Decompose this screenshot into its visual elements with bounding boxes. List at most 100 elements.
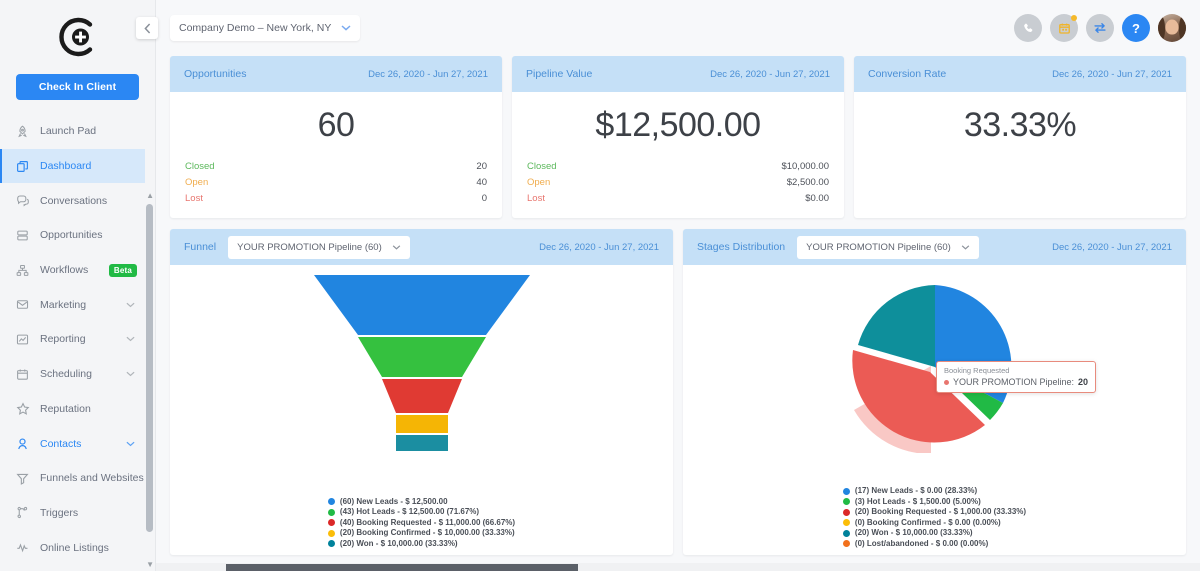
breakdown-row-lost: Lost $0.00 xyxy=(526,191,830,207)
sidebar: Check In Client ▲ Launch Pad Dashboard C… xyxy=(0,0,156,571)
funnel-segment-booking-requested[interactable] xyxy=(381,379,462,413)
sidebar-item-label: Launch Pad xyxy=(40,125,97,138)
breakdown-row-closed: Closed $10,000.00 xyxy=(526,159,830,175)
card-body: 60 Closed 20 Open 40 Lost 0 xyxy=(170,92,502,218)
calendar-icon[interactable] xyxy=(1050,14,1078,42)
legend-item: (0) Booking Confirmed - $ 0.00 (0.00%) xyxy=(842,518,1026,529)
avatar-face xyxy=(1165,19,1179,35)
conversion-rate-value: 33.33% xyxy=(963,106,1077,144)
phone-icon[interactable] xyxy=(1014,14,1042,42)
sidebar-item-funnels-and-websites[interactable]: Funnels and Websites xyxy=(0,461,145,496)
pie-slice-won[interactable] xyxy=(857,285,935,367)
caret-down-icon[interactable]: ▼ xyxy=(146,561,154,569)
pipeline-value: $12,500.00 xyxy=(595,106,761,144)
horizontal-scrollbar-thumb[interactable] xyxy=(226,564,578,571)
sidebar-item-contacts[interactable]: Contacts xyxy=(0,426,145,461)
breakdown-row-open: Open 40 xyxy=(184,175,488,191)
legend-dot-lost-abandoned xyxy=(842,540,850,548)
breakdown-row-lost: Lost 0 xyxy=(184,191,488,207)
funnel-icon xyxy=(14,471,31,485)
legend-label: (60) New Leads - $ 12,500.00 xyxy=(339,496,448,506)
check-in-client-button[interactable]: Check In Client xyxy=(16,74,139,100)
card-body: $12,500.00 Closed $10,000.00 Open $2,500… xyxy=(512,92,844,218)
legend-dot-hot-leads xyxy=(842,498,850,506)
stages-legend: (17) New Leads - $ 0.00 (28.33%) (3) Hot… xyxy=(842,486,1026,549)
sidebar-item-online-listings[interactable]: Online Listings xyxy=(0,530,145,565)
dashboard-icon xyxy=(14,159,31,173)
card-title: Pipeline Value xyxy=(526,68,593,80)
sidebar-item-reporting[interactable]: Reporting xyxy=(0,322,145,357)
card-header: Funnel YOUR PROMOTION Pipeline (60) Dec … xyxy=(170,229,673,265)
card-header: Pipeline Value Dec 26, 2020 - Jun 27, 20… xyxy=(512,56,844,92)
stages-pipeline-label: YOUR PROMOTION Pipeline (60) xyxy=(806,241,951,253)
horizontal-scrollbar[interactable] xyxy=(156,563,1200,571)
sidebar-item-workflows[interactable]: Workflows Beta xyxy=(0,253,145,288)
sidebar-item-marketing[interactable]: Marketing xyxy=(0,287,145,322)
legend-dot-won xyxy=(327,540,335,548)
card-date-range: Dec 26, 2020 - Jun 27, 2021 xyxy=(1052,68,1172,80)
card-pipeline-value: Pipeline Value Dec 26, 2020 - Jun 27, 20… xyxy=(512,56,844,218)
pie-slice-new-leads[interactable] xyxy=(934,285,1011,403)
stages-pipeline-select[interactable]: YOUR PROMOTION Pipeline (60) xyxy=(797,235,979,259)
card-funnel: Funnel YOUR PROMOTION Pipeline (60) Dec … xyxy=(170,229,673,555)
chevron-down-icon[interactable] xyxy=(126,333,135,345)
c-plus-logo xyxy=(58,17,92,57)
legend-dot-new-leads xyxy=(327,498,335,506)
breakdown-value: $0.00 xyxy=(805,193,829,205)
sidebar-item-conversations[interactable]: Conversations xyxy=(0,183,145,218)
breakdown-label: Open xyxy=(527,177,551,189)
breakdown-value: $10,000.00 xyxy=(781,161,829,173)
user-avatar[interactable] xyxy=(1158,14,1186,42)
sidebar-collapse-button[interactable] xyxy=(136,17,158,39)
chevron-down-icon[interactable] xyxy=(126,368,135,380)
calendar-icon xyxy=(14,367,31,381)
sidebar-item-scheduling[interactable]: Scheduling xyxy=(0,357,145,392)
sidebar-item-triggers[interactable]: Triggers xyxy=(0,496,145,531)
pie-chart[interactable] xyxy=(840,273,1030,453)
chevron-down-icon[interactable] xyxy=(126,299,135,311)
help-icon[interactable]: ? xyxy=(1122,14,1150,42)
card-opportunities: Opportunities Dec 26, 2020 - Jun 27, 202… xyxy=(170,56,502,218)
funnel-segment-hot-leads[interactable] xyxy=(357,337,486,377)
breakdown-row-closed: Closed 20 xyxy=(184,159,488,175)
opportunities-breakdown: Closed 20 Open 40 Lost 0 xyxy=(184,159,488,207)
breakdown-value: 0 xyxy=(481,193,487,205)
chevron-down-icon[interactable] xyxy=(126,438,135,450)
funnel-pipeline-select[interactable]: YOUR PROMOTION Pipeline (60) xyxy=(228,235,410,259)
funnel-chart[interactable] xyxy=(309,273,535,453)
sidebar-item-label: Reporting xyxy=(40,333,86,346)
sidebar-item-label: Online Listings xyxy=(40,541,109,554)
sidebar-item-launch-pad[interactable]: Launch Pad xyxy=(0,114,145,149)
sidebar-item-label: Triggers xyxy=(40,506,79,519)
checkin-container: Check In Client xyxy=(0,74,155,114)
sidebar-nav: ▲ Launch Pad Dashboard Conversations Opp… xyxy=(0,114,155,571)
opportunities-value: 60 xyxy=(317,106,355,144)
location-select[interactable]: Company Demo – New York, NY xyxy=(170,15,361,41)
chevron-left-icon xyxy=(143,22,150,34)
legend-item: (17) New Leads - $ 0.00 (28.33%) xyxy=(842,486,1026,497)
sidebar-item-label: Workflows xyxy=(40,264,89,277)
sidebar-scrollbar-thumb[interactable] xyxy=(146,204,153,532)
breakdown-row-open: Open $2,500.00 xyxy=(526,175,830,191)
main-area: Company Demo – New York, NY ? Opportunit… xyxy=(156,0,1200,571)
card-stages-distribution: Stages Distribution YOUR PROMOTION Pipel… xyxy=(683,229,1186,555)
tooltip-value: 20 xyxy=(1078,377,1089,387)
funnel-segment-new-leads[interactable] xyxy=(313,275,530,335)
sidebar-item-dashboard[interactable]: Dashboard xyxy=(0,148,145,184)
legend-item: (40) Booking Requested - $ 11,000.00 (66… xyxy=(327,518,515,529)
card-title: Conversion Rate xyxy=(868,68,947,80)
sidebar-item-opportunities[interactable]: Opportunities xyxy=(0,218,145,253)
caret-up-icon[interactable]: ▲ xyxy=(146,192,154,200)
legend-dot-booking-confirmed xyxy=(842,519,850,527)
card-title: Stages Distribution xyxy=(697,241,786,253)
funnel-segment-booking-confirmed[interactable] xyxy=(395,415,448,433)
legend-dot-booking-confirmed xyxy=(327,529,335,537)
stages-chart-body: Booking Requested YOUR PROMOTION Pipelin… xyxy=(683,265,1186,555)
chart-icon xyxy=(14,332,31,346)
funnel-segment-won[interactable] xyxy=(395,435,448,451)
breakdown-label: Lost xyxy=(185,193,203,205)
sidebar-item-reputation[interactable]: Reputation xyxy=(0,392,145,427)
mail-icon xyxy=(14,298,31,312)
switch-icon[interactable] xyxy=(1086,14,1114,42)
sidebar-item-label: Contacts xyxy=(40,437,82,450)
